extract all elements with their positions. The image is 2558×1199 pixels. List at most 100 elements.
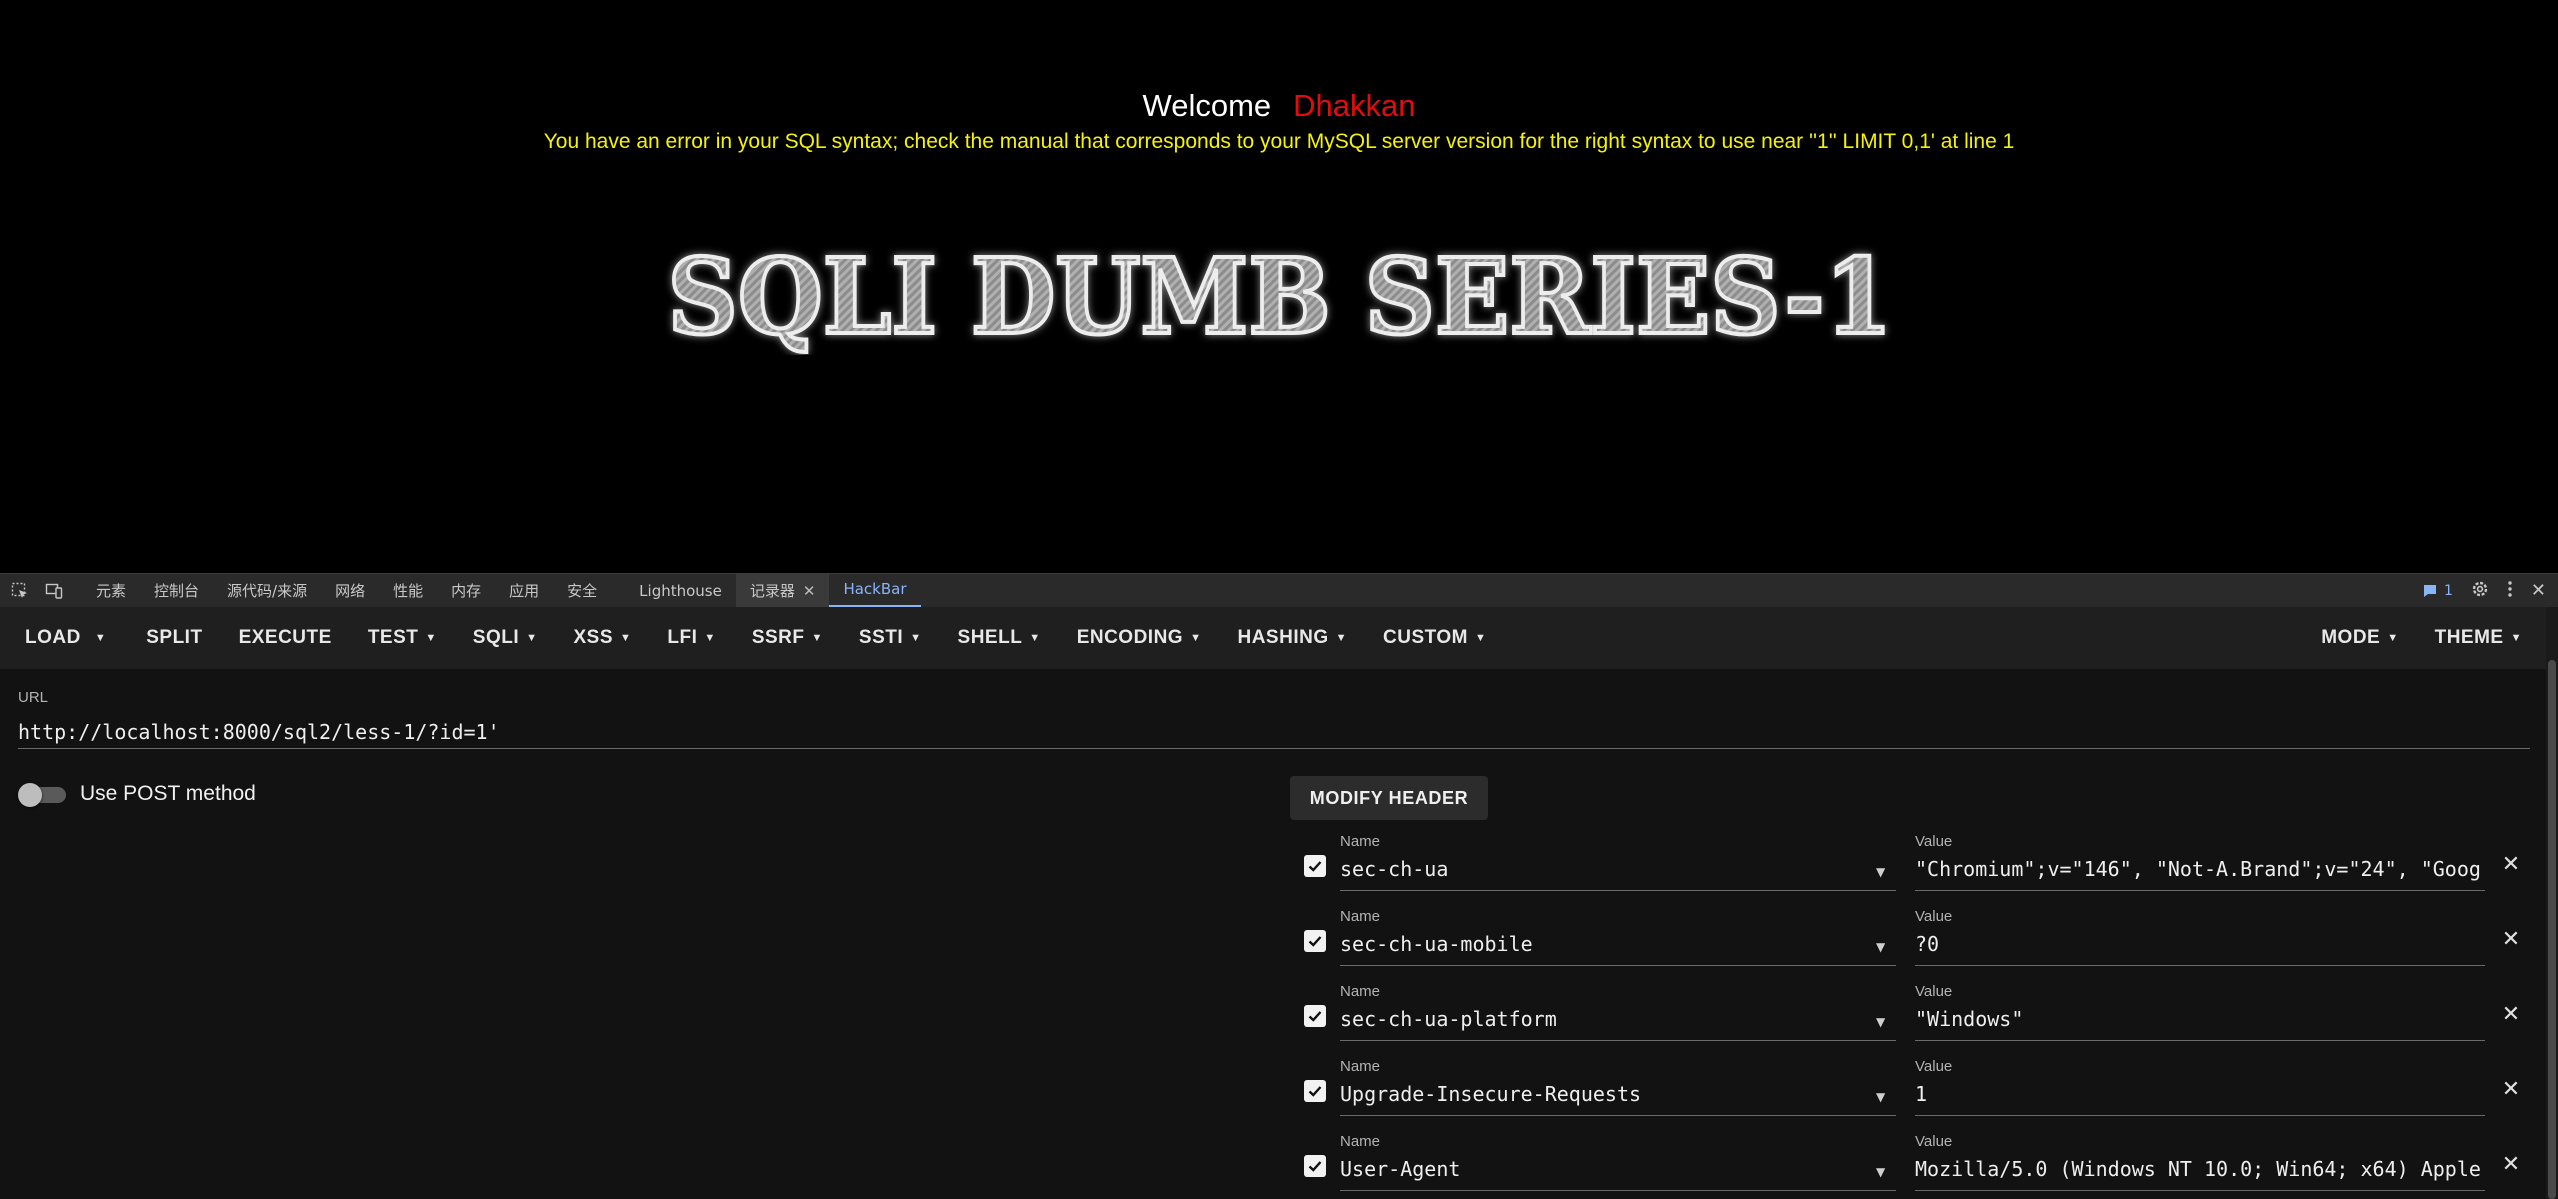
split-button[interactable]: SPLIT [128, 607, 220, 669]
custom-menu[interactable]: CUSTOM ▼ [1365, 607, 1504, 669]
ssti-menu-label: SSTI [858, 627, 904, 648]
chevron-down-icon[interactable]: ▼ [1876, 1165, 1885, 1179]
post-method-label: Use POST method [80, 782, 256, 805]
header-row: Name Upgrade-Insecure-Requests ▼ Value 1… [1290, 1054, 2540, 1129]
chevron-down-icon: ▼ [910, 632, 922, 644]
header-row: Name User-Agent ▼ Value Mozilla/5.0 (Win… [1290, 1129, 2540, 1199]
load-dropdown-caret[interactable]: ▼ [91, 607, 128, 669]
ssti-menu[interactable]: SSTI ▼ [841, 607, 940, 669]
gear-icon[interactable] [2471, 580, 2489, 602]
tab-security[interactable]: 安全 [553, 574, 611, 608]
theme-menu[interactable]: THEME ▼ [2417, 607, 2540, 669]
header-value-label: Value [1915, 833, 1953, 850]
custom-menu-label: CUSTOM [1383, 627, 1468, 648]
encoding-menu-label: ENCODING [1076, 627, 1184, 648]
tab-performance[interactable]: 性能 [379, 574, 437, 608]
device-toolbar-icon[interactable] [40, 577, 68, 605]
header-value-input[interactable]: ?0 [1915, 932, 2485, 966]
tab-application[interactable]: 应用 [495, 574, 553, 608]
header-value-label: Value [1915, 983, 1953, 1000]
header-name-select[interactable]: sec-ch-ua [1340, 857, 1896, 891]
header-name-select[interactable]: Upgrade-Insecure-Requests [1340, 1082, 1896, 1116]
header-value-label: Value [1915, 1058, 1953, 1075]
toggle-switch[interactable] [18, 782, 66, 807]
url-label: URL [18, 689, 49, 706]
header-enabled-checkbox[interactable] [1304, 1155, 1326, 1177]
chevron-down-icon: ▼ [1474, 632, 1487, 644]
chevron-down-icon[interactable]: ▼ [1876, 1015, 1885, 1029]
check-icon [1308, 1086, 1322, 1097]
welcome-label: Welcome [1142, 88, 1272, 123]
inspect-element-icon[interactable] [6, 577, 34, 605]
lfi-menu-label: LFI [667, 627, 698, 648]
header-name-label: Name [1340, 908, 1381, 925]
check-icon [1308, 1011, 1322, 1022]
post-method-toggle[interactable]: Use POST method [18, 782, 256, 807]
header-name-select[interactable]: sec-ch-ua-platform [1340, 1007, 1896, 1041]
close-icon[interactable]: ✕ [803, 582, 816, 600]
header-value-label: Value [1915, 908, 1953, 925]
toolbar-right-group: MODE ▼ THEME ▼ [2303, 607, 2546, 669]
mode-menu[interactable]: MODE ▼ [2303, 607, 2416, 669]
header-value-input[interactable]: "Chromium";v="146", "Not-A.Brand";v="24"… [1915, 857, 2485, 891]
chevron-down-icon[interactable]: ▼ [1876, 865, 1885, 879]
load-button[interactable]: LOAD [0, 607, 91, 669]
modify-header-button[interactable]: MODIFY HEADER [1290, 776, 1488, 820]
chevron-down-icon: ▼ [2387, 632, 2399, 644]
banner-text: SQLI DUMB SERIES-1 [668, 235, 1893, 355]
theme-menu-label: THEME [2434, 627, 2504, 648]
header-enabled-checkbox[interactable] [1304, 1080, 1326, 1102]
url-input[interactable] [18, 715, 2530, 749]
close-icon[interactable]: ✕ [2498, 1001, 2524, 1027]
xss-menu[interactable]: XSS ▼ [556, 607, 650, 669]
header-name-select[interactable]: sec-ch-ua-mobile [1340, 932, 1896, 966]
tab-sources[interactable]: 源代码/来源 [213, 574, 321, 608]
close-icon[interactable]: ✕ [2498, 1151, 2524, 1177]
hashing-menu[interactable]: HASHING ▼ [1219, 607, 1365, 669]
header-value-label: Value [1915, 1133, 1953, 1150]
web-page: Welcome Dhakkan You have an error in your… [0, 0, 2558, 573]
tab-elements[interactable]: 元素 [82, 574, 140, 608]
sqli-banner-image: SQLI DUMB SERIES-1 [666, 235, 1895, 355]
scrollbar-thumb[interactable] [2548, 660, 2556, 1199]
header-enabled-checkbox[interactable] [1304, 930, 1326, 952]
header-name-label: Name [1340, 983, 1381, 1000]
shell-menu[interactable]: SHELL ▼ [940, 607, 1059, 669]
user-name: Dhakkan [1293, 88, 1416, 123]
header-name-select[interactable]: User-Agent [1340, 1157, 1896, 1191]
issues-badge[interactable]: 1 [2422, 583, 2453, 599]
devtools-right-controls: 1 ✕ [2422, 580, 2558, 602]
more-options-icon[interactable] [2507, 580, 2513, 602]
header-row: Name sec-ch-ua-mobile ▼ Value ?0 ✕ [1290, 904, 2540, 979]
test-menu[interactable]: TEST ▼ [350, 607, 455, 669]
sqli-menu[interactable]: SQLI ▼ [455, 607, 556, 669]
mode-menu-label: MODE [2321, 627, 2381, 648]
encoding-menu[interactable]: ENCODING ▼ [1059, 607, 1220, 669]
tab-console[interactable]: 控制台 [140, 574, 213, 608]
ssrf-menu[interactable]: SSRF ▼ [734, 607, 841, 669]
header-value-input[interactable]: Mozilla/5.0 (Windows NT 10.0; Win64; x64… [1915, 1157, 2485, 1191]
close-icon[interactable]: ✕ [2498, 1076, 2524, 1102]
header-value-input[interactable]: "Windows" [1915, 1007, 2485, 1041]
tab-recorder[interactable]: 记录器 ✕ [735, 573, 830, 608]
header-value-input[interactable]: 1 [1915, 1082, 2485, 1116]
header-name-label: Name [1340, 833, 1381, 850]
sqli-menu-label: SQLI [472, 627, 520, 648]
tab-network[interactable]: 网络 [321, 574, 379, 608]
header-enabled-checkbox[interactable] [1304, 855, 1326, 877]
tab-memory[interactable]: 内存 [437, 574, 495, 608]
tab-lighthouse[interactable]: Lighthouse [625, 574, 736, 608]
header-enabled-checkbox[interactable] [1304, 1005, 1326, 1027]
header-name-label: Name [1340, 1058, 1381, 1075]
lfi-menu[interactable]: LFI ▼ [649, 607, 733, 669]
chevron-down-icon[interactable]: ▼ [1876, 1090, 1885, 1104]
execute-button[interactable]: EXECUTE [221, 607, 350, 669]
tab-hackbar[interactable]: HackBar [829, 574, 921, 608]
ssrf-menu-label: SSRF [751, 627, 805, 648]
chevron-down-icon[interactable]: ▼ [1876, 940, 1885, 954]
chevron-down-icon: ▼ [526, 632, 538, 644]
close-icon[interactable]: ✕ [2498, 851, 2524, 877]
close-icon[interactable]: ✕ [2498, 926, 2524, 952]
chevron-down-icon: ▼ [811, 632, 823, 644]
close-devtools-icon[interactable]: ✕ [2531, 580, 2546, 601]
